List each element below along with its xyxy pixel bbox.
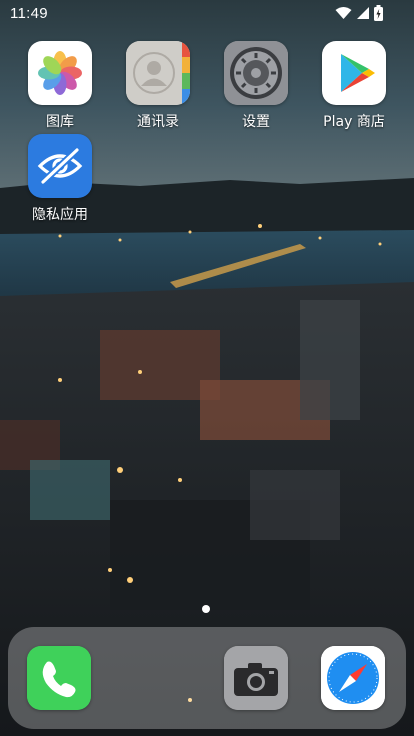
app-play-store[interactable]: Play 商店 xyxy=(314,41,394,131)
app-gallery[interactable]: 图库 xyxy=(20,41,100,131)
app-label: Play 商店 xyxy=(323,114,385,130)
wifi-icon xyxy=(335,7,352,19)
play-store-icon xyxy=(322,41,386,105)
app-label: 通讯录 xyxy=(137,114,179,130)
dock xyxy=(8,627,406,729)
app-label: 设置 xyxy=(242,114,270,130)
compass-icon[interactable] xyxy=(321,646,385,710)
app-private-apps[interactable]: 隐私应用 xyxy=(20,134,100,224)
settings-gear-icon xyxy=(224,41,288,105)
contacts-icon xyxy=(126,41,190,105)
status-bar: 11:49 xyxy=(0,0,414,28)
cellular-signal-icon xyxy=(357,7,369,19)
camera-icon[interactable] xyxy=(224,646,288,710)
app-label: 隐私应用 xyxy=(32,207,88,223)
battery-charging-icon xyxy=(374,5,383,21)
eye-slash-icon xyxy=(28,134,92,198)
app-settings[interactable]: 设置 xyxy=(216,41,296,131)
app-contacts[interactable]: 通讯录 xyxy=(118,41,198,131)
phone-icon[interactable] xyxy=(27,646,91,710)
photos-icon xyxy=(28,41,92,105)
page-indicator-dot xyxy=(202,605,210,613)
app-label: 图库 xyxy=(46,114,74,130)
status-time: 11:49 xyxy=(10,5,48,22)
